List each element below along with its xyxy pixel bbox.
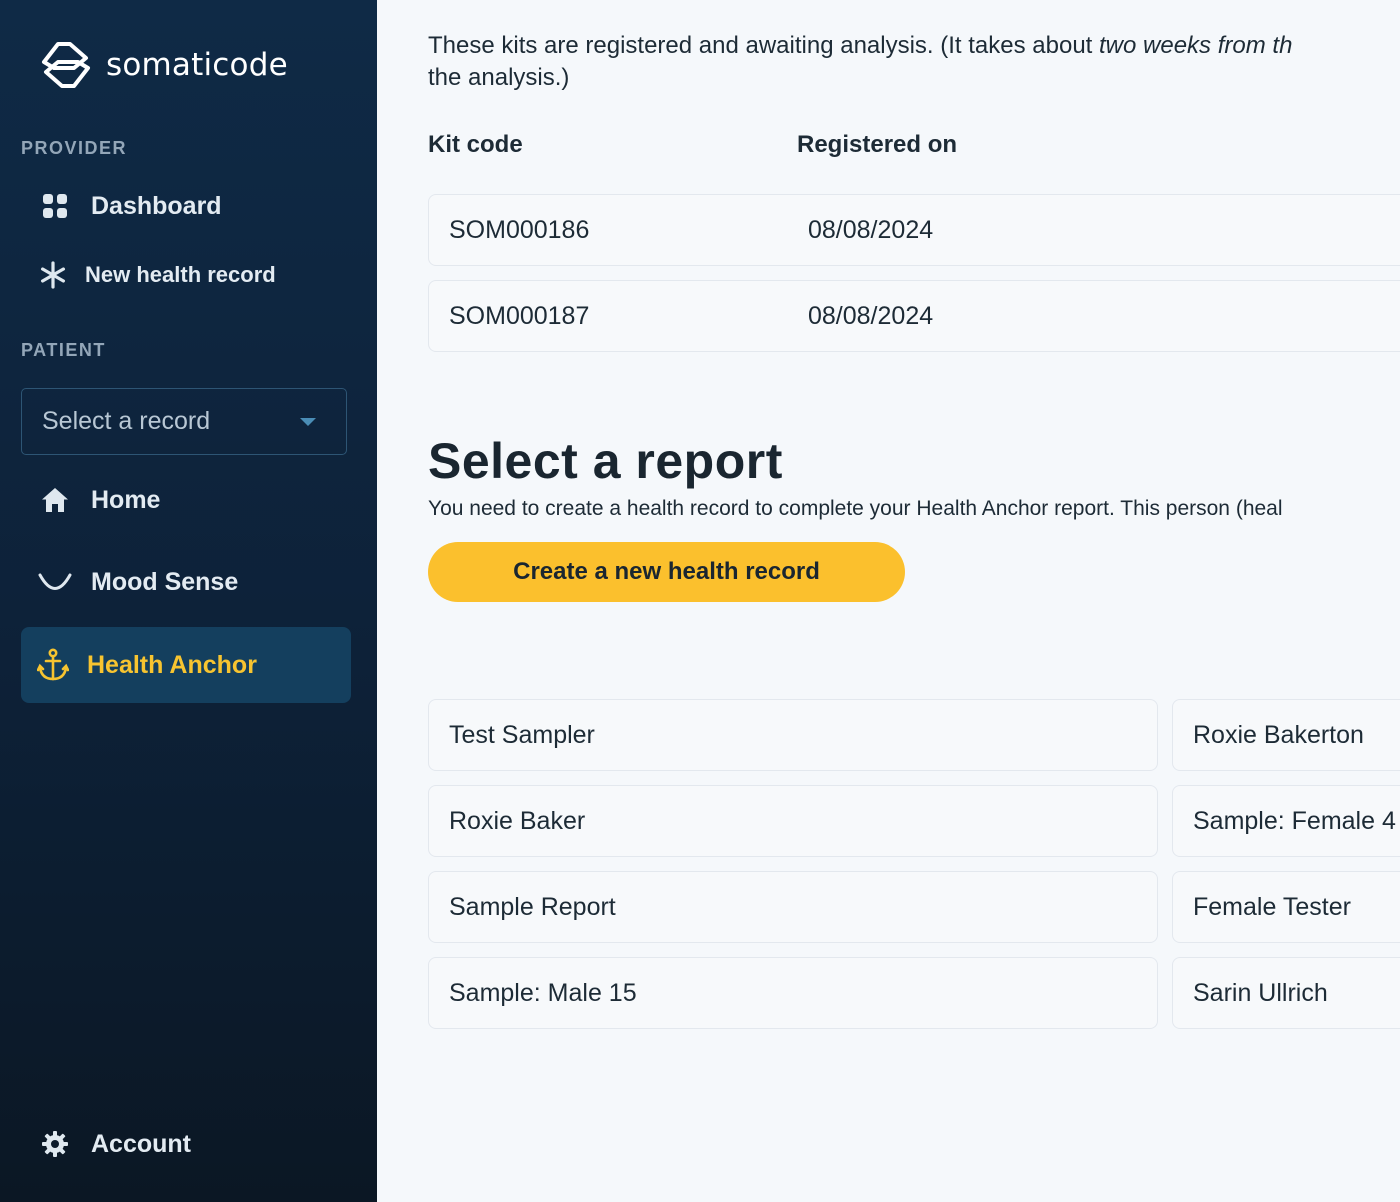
brand-logo[interactable]: somaticode (40, 38, 288, 92)
sidebar-item-label: Health Anchor (87, 650, 257, 679)
report-card[interactable]: Sample: Female 4 (1172, 785, 1400, 857)
main-content: These kits are registered and awaiting a… (377, 0, 1400, 1202)
column-header-registered-on: Registered on (797, 131, 958, 158)
sidebar-item-account[interactable]: Account (21, 1120, 351, 1168)
report-card[interactable]: Sarin Ullrich (1172, 957, 1400, 1029)
sidebar-item-mood-sense[interactable]: Mood Sense (21, 558, 351, 606)
sidebar: somaticode PROVIDER Dashboard New health… (0, 0, 377, 1202)
report-card[interactable]: Sample Report (428, 871, 1158, 943)
column-header-kit-code: Kit code (428, 131, 523, 158)
brand-name: somaticode (106, 47, 288, 83)
sidebar-item-health-anchor[interactable]: Health Anchor (21, 627, 351, 703)
report-card[interactable]: Sample: Male 15 (428, 957, 1158, 1029)
report-card[interactable]: Roxie Baker (428, 785, 1158, 857)
sidebar-item-label: New health record (85, 262, 276, 287)
report-card[interactable]: Female Tester (1172, 871, 1400, 943)
record-select[interactable]: Select a record (21, 388, 347, 455)
table-row: SOM000186 08/08/2024 (428, 194, 1400, 266)
report-card[interactable]: Test Sampler (428, 699, 1158, 771)
sidebar-item-label: Home (91, 485, 161, 514)
sidebar-item-home[interactable]: Home (21, 476, 351, 524)
asterisk-icon (35, 261, 71, 289)
sidebar-item-label: Account (91, 1129, 191, 1158)
sidebar-item-new-health-record[interactable]: New health record (21, 253, 351, 297)
kit-code: SOM000187 (449, 302, 590, 330)
chevron-down-icon (300, 417, 316, 426)
kits-intro-text: These kits are registered and awaiting a… (428, 30, 1400, 94)
provider-section-label: PROVIDER (21, 138, 128, 158)
intro-text-part: the analysis.) (428, 64, 570, 91)
gear-icon (37, 1131, 73, 1157)
somaticode-logo-icon (42, 42, 90, 88)
record-select-value: Select a record (42, 407, 211, 435)
kit-code: SOM000186 (449, 216, 590, 244)
page-title: Select a report (428, 433, 783, 489)
report-card[interactable]: Roxie Bakerton (1172, 699, 1400, 771)
kit-registered-date: 08/08/2024 (808, 302, 934, 330)
reports-subtitle: You need to create a health record to co… (428, 497, 1283, 520)
intro-text-emphasis: two weeks from th (1099, 32, 1293, 59)
intro-text-part: These kits are registered and awaiting a… (428, 32, 1100, 59)
smile-icon (37, 572, 73, 592)
patient-section-label: PATIENT (21, 340, 106, 360)
home-icon (37, 487, 73, 513)
create-health-record-button[interactable]: Create a new health record (428, 542, 905, 602)
table-row: SOM000187 08/08/2024 (428, 280, 1400, 352)
kit-registered-date: 08/08/2024 (808, 216, 934, 244)
sidebar-item-label: Mood Sense (91, 567, 239, 596)
grid-icon (37, 194, 73, 218)
sidebar-item-label: Dashboard (91, 191, 222, 220)
anchor-icon (35, 648, 71, 682)
sidebar-item-dashboard[interactable]: Dashboard (21, 182, 351, 230)
